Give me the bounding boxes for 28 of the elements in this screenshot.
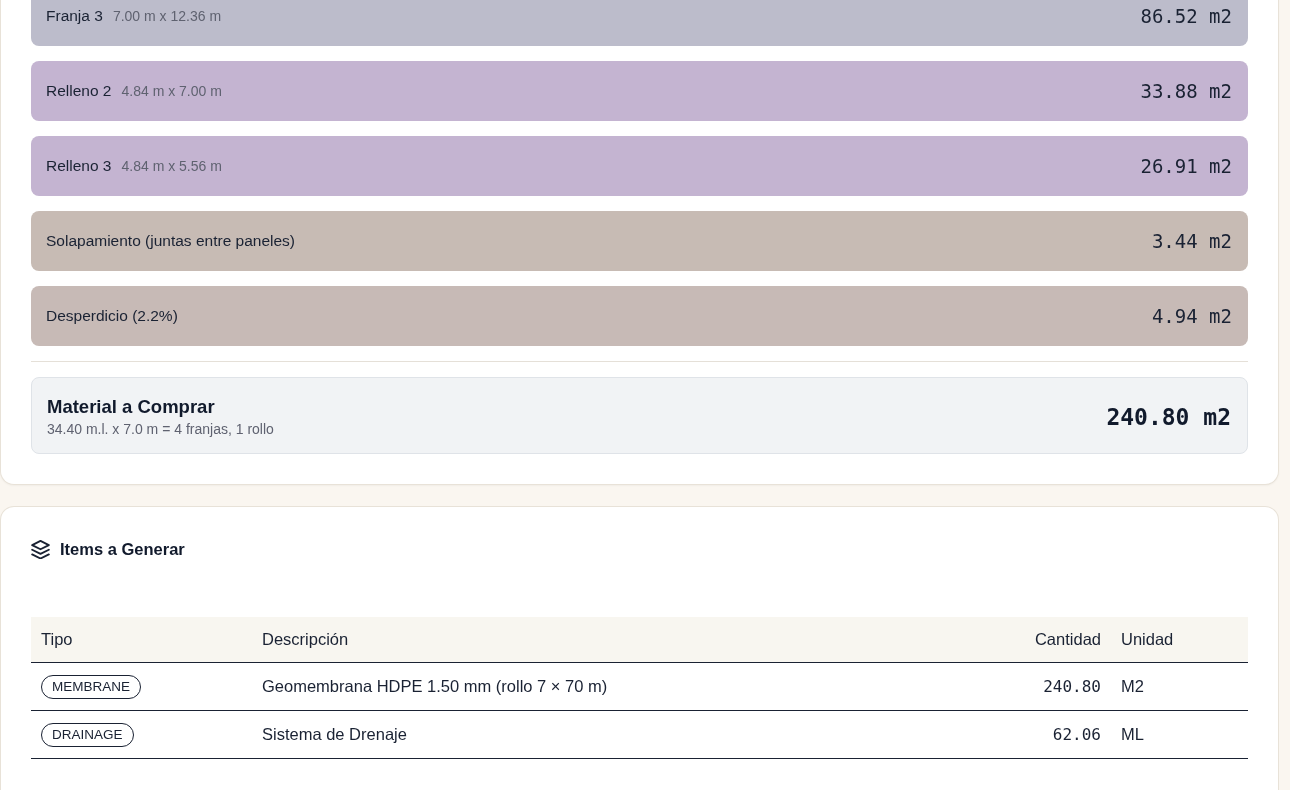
item-label: Desperdicio (2.2%) — [46, 307, 178, 325]
table-cell-text: Geomembrana HDPE 1.50 mm (rollo 7 × 70 m) — [261, 677, 609, 696]
item-label: Solapamiento (juntas entre paneles) — [46, 232, 295, 250]
table-cell-text: 240.80 — [1042, 677, 1102, 696]
column-header: Tipo — [40, 630, 74, 649]
item-area: 86.52 m2 — [1140, 5, 1232, 27]
item-dimensions: 4.84 m x 5.56 m — [121, 158, 222, 174]
item-area: 33.88 m2 — [1140, 80, 1232, 102]
item-dimensions: 4.84 m x 7.00 m — [121, 83, 222, 99]
item-area: 26.91 m2 — [1140, 155, 1232, 177]
item-area: 3.44 m2 — [1151, 230, 1232, 252]
summary-area: 240.80 m2 — [1106, 403, 1231, 430]
summary-detail: 34.40 m.l. x 7.0 m = 4 franjas, 1 rollo — [47, 421, 274, 437]
section-title: Items a Generar — [60, 539, 185, 559]
item-label: Franja 3 — [46, 7, 103, 25]
column-header: Descripción — [261, 630, 350, 649]
layers-icon — [31, 539, 50, 559]
item-dimensions: 7.00 m x 12.36 m — [112, 8, 222, 24]
table-cell-text: M2 — [1120, 677, 1145, 696]
item-area: 4.94 m2 — [1151, 305, 1232, 327]
summary-title: Material a Comprar — [47, 396, 216, 418]
column-header: Cantidad — [1033, 630, 1102, 649]
table-cell-text: 62.06 — [1051, 725, 1102, 744]
table-cell-text: ML — [1120, 725, 1145, 744]
item-label: Relleno 3 — [46, 157, 112, 175]
column-header: Unidad — [1120, 630, 1175, 649]
item-label: Relleno 2 — [46, 82, 112, 100]
table-cell-text: Sistema de Drenaje — [261, 725, 408, 744]
